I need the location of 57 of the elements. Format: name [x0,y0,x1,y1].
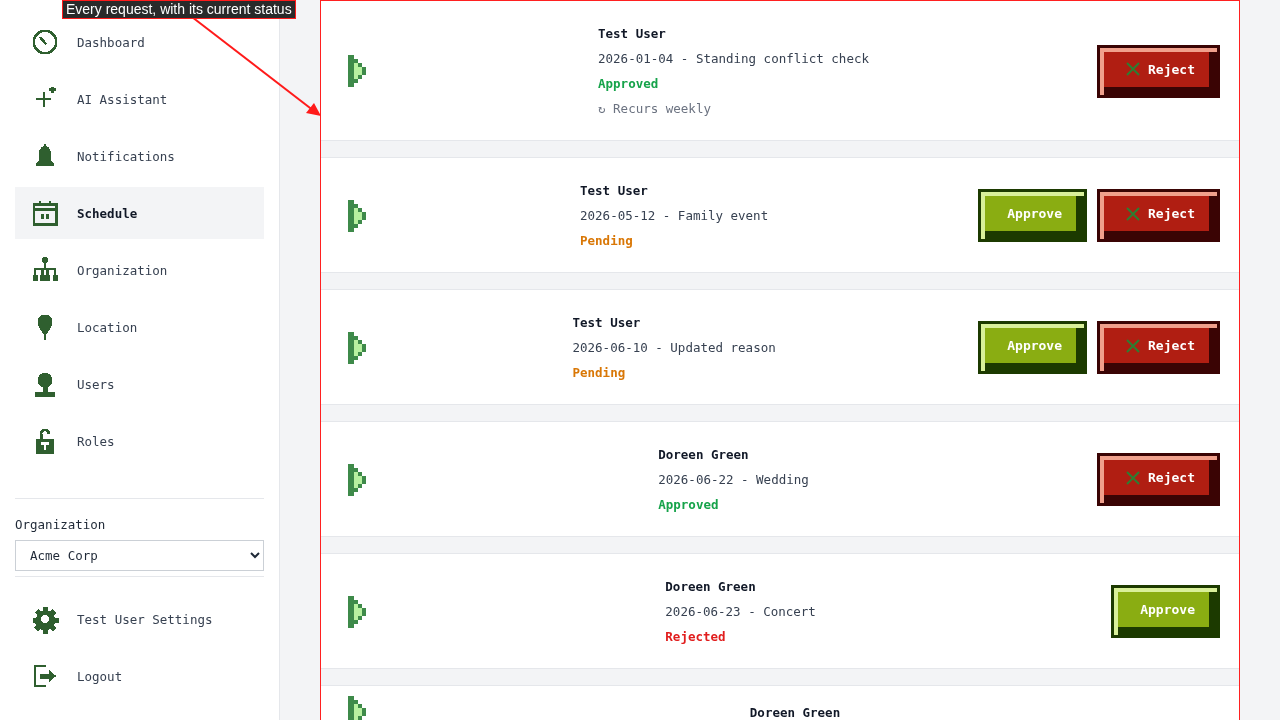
nav-item[interactable]: Schedule [15,187,264,239]
organization-select[interactable]: Acme Corp [15,540,264,571]
callout-label: Every request, with its current status [62,0,296,19]
nav-label: Organization [77,262,168,278]
nav-label: Location [77,319,138,335]
reject-button[interactable]: Reject [1097,189,1220,242]
reject-button[interactable]: Reject [1097,44,1220,98]
nav-label: Dashboard [77,34,145,50]
nav-label: Roles [77,433,115,449]
reject-button[interactable]: Reject [1097,453,1220,506]
request-detail: 2026-05-12 - Family event [580,207,769,225]
close-icon [1126,470,1141,485]
request-detail: 2026-06-10 - Updated reason [572,339,776,357]
nav-item[interactable]: AI Assistant [15,73,264,125]
status-text: Pending [572,364,626,382]
close-icon [1126,206,1141,221]
play-icon[interactable] [348,199,368,232]
nav-item[interactable]: Location [15,301,264,353]
nav-label: Logout [77,668,123,684]
nav-item[interactable]: Dashboard [15,16,264,68]
gauge-icon [30,27,60,57]
nav-item[interactable]: Users [15,358,264,410]
nav-item[interactable]: Logout [15,650,264,702]
recurrence-text: ↻ Recurs weekly [598,100,711,118]
settings-icon [30,604,60,634]
nav-label: Users [77,376,115,392]
nav-item[interactable]: Test User Settings [15,593,264,645]
reject-button[interactable]: Reject [1097,321,1220,374]
play-icon[interactable] [348,595,368,628]
request-detail: 2026-06-22 - Wedding [658,471,809,489]
nav-label: AI Assistant [77,91,168,107]
request-detail: 2026-06-23 - Concert [665,603,816,621]
nav-item[interactable]: Roles [15,415,264,467]
requester-name: Doreen Green [658,446,749,464]
nav-item[interactable]: Organization [15,244,264,296]
play-icon[interactable] [348,331,368,364]
status-text: Approved [598,75,659,93]
status-text: Rejected [665,628,726,646]
requester-name: Test User [598,25,666,43]
nav-label: Notifications [77,148,175,164]
request-detail: 2026-01-04 - Standing conflict check [598,50,869,68]
play-icon[interactable] [348,463,368,496]
nav-label: Schedule [77,205,138,221]
status-text: Approved [658,496,719,514]
requester-name: Test User [580,182,648,200]
close-icon [1126,338,1141,353]
nav-label: Test User Settings [77,611,213,627]
status-text: Pending [580,232,633,250]
requester-name: Test User [572,314,641,332]
organization-label: Organization [15,517,107,532]
requester-name: Doreen Green [749,703,841,720]
requester-name: Doreen Green [665,578,756,596]
play-icon[interactable] [348,55,368,87]
play-icon[interactable] [348,696,368,720]
calendar-icon [30,198,60,228]
nav-item[interactable]: Notifications [15,130,264,182]
close-icon [1126,62,1141,76]
